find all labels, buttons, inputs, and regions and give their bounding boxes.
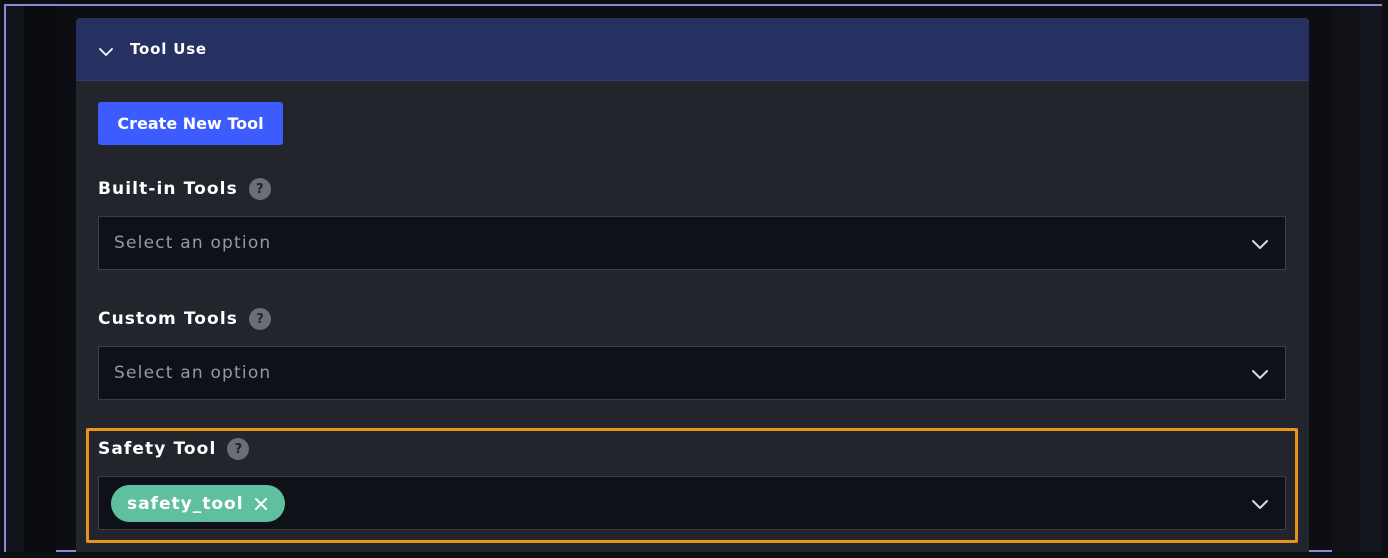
custom-tools-label: Custom Tools ? — [98, 307, 271, 331]
chevron-down-icon[interactable] — [1251, 369, 1269, 380]
selected-tag-label: safety_tool — [127, 493, 244, 514]
selected-tag: safety_tool — [111, 485, 285, 522]
help-icon[interactable]: ? — [248, 308, 271, 330]
custom-tools-label-text: Custom Tools — [98, 309, 238, 329]
safety-tool-label-text: Safety Tool — [98, 439, 217, 459]
tool-use-panel: Tool Use Create New Tool Built-in Tools … — [76, 18, 1309, 552]
tool-use-section-header[interactable]: Tool Use — [76, 18, 1309, 81]
custom-tools-select[interactable]: Select an option — [98, 346, 1286, 400]
custom-tools-placeholder: Select an option — [114, 363, 272, 383]
builtin-tools-select[interactable]: Select an option — [98, 216, 1286, 270]
builtin-tools-placeholder: Select an option — [114, 233, 272, 253]
background-stripe — [1360, 6, 1382, 552]
background-stripe — [24, 6, 56, 552]
safety-tool-select[interactable]: safety_tool — [98, 476, 1286, 530]
create-new-tool-button[interactable]: Create New Tool — [98, 102, 283, 145]
chevron-down-icon[interactable] — [98, 47, 114, 57]
chevron-down-icon[interactable] — [1251, 499, 1269, 510]
help-icon[interactable]: ? — [227, 438, 250, 460]
builtin-tools-label-text: Built-in Tools — [98, 179, 238, 199]
chevron-down-icon[interactable] — [1251, 239, 1269, 250]
safety-tool-label: Safety Tool ? — [98, 437, 250, 461]
background-stripe — [1332, 6, 1360, 552]
builtin-tools-label: Built-in Tools ? — [98, 177, 271, 201]
section-title: Tool Use — [130, 40, 207, 58]
background-stripe — [6, 6, 24, 552]
remove-tag-icon[interactable] — [254, 497, 268, 511]
help-icon[interactable]: ? — [248, 178, 271, 200]
